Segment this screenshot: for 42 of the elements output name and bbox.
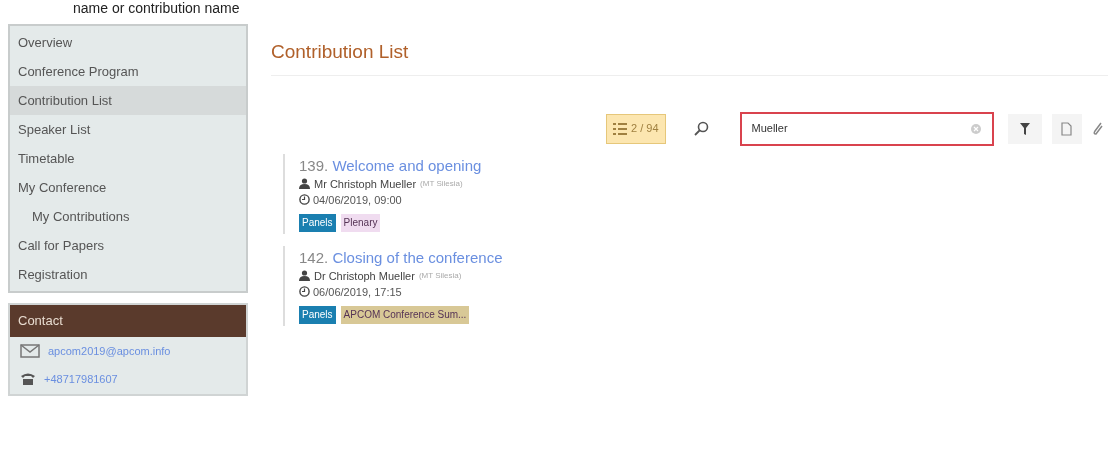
count-text: 2 / 94 (631, 121, 659, 137)
search-icon (693, 120, 710, 137)
contribution-number: 142. (299, 248, 329, 266)
nav-item[interactable]: Speaker List (10, 115, 246, 144)
caption-text: name or contribution name (73, 0, 240, 16)
speaker-name: Mr Christoph Mueller (314, 176, 417, 192)
phone-icon (20, 372, 36, 387)
person-icon (299, 270, 310, 281)
nav-item[interactable]: Registration (10, 260, 246, 289)
document-icon (1061, 121, 1073, 136)
page-title: Contribution List (271, 38, 1108, 76)
nav-item[interactable]: Timetable (10, 144, 246, 173)
search-field[interactable]: Mueller (739, 111, 994, 146)
filter-button[interactable] (1007, 113, 1042, 144)
pdf-button[interactable] (1051, 113, 1082, 144)
tag: APCOM Conference Sum... (340, 305, 470, 324)
contribution-title-link[interactable]: Closing of the conference (332, 248, 503, 266)
filter-icon (1019, 122, 1030, 135)
link-icon[interactable] (1091, 121, 1104, 136)
tag: Panels (299, 305, 336, 324)
contribution-number: 139. (299, 156, 329, 174)
mail-icon (20, 343, 40, 358)
nav-item[interactable]: Overview (10, 28, 246, 57)
clock-icon (299, 286, 310, 297)
affiliation-text: (MT Silesia) (420, 177, 463, 190)
affiliation-text: (MT Silesia) (418, 269, 462, 282)
nav-item[interactable]: My Conference (10, 173, 246, 202)
speaker-name: Dr Christoph Mueller (314, 268, 415, 284)
list-icon (613, 122, 627, 135)
tag: Plenary (340, 213, 381, 232)
count-button[interactable]: 2 / 94 (606, 113, 666, 144)
nav-item[interactable]: My Contributions (10, 202, 246, 231)
tag: Panels (299, 213, 336, 232)
nav-item[interactable]: Conference Program (10, 57, 246, 86)
nav-item[interactable]: Call for Papers (10, 231, 246, 260)
clock-icon (299, 194, 310, 205)
person-icon (299, 178, 310, 189)
nav-item[interactable]: Contribution List (10, 86, 246, 115)
contribution-title-link[interactable]: Welcome and opening (332, 156, 482, 174)
date-time: 06/06/2019, 17:15 (313, 284, 402, 300)
contact-header: Contact (10, 305, 246, 337)
date-time: 04/06/2019, 09:00 (313, 192, 402, 208)
